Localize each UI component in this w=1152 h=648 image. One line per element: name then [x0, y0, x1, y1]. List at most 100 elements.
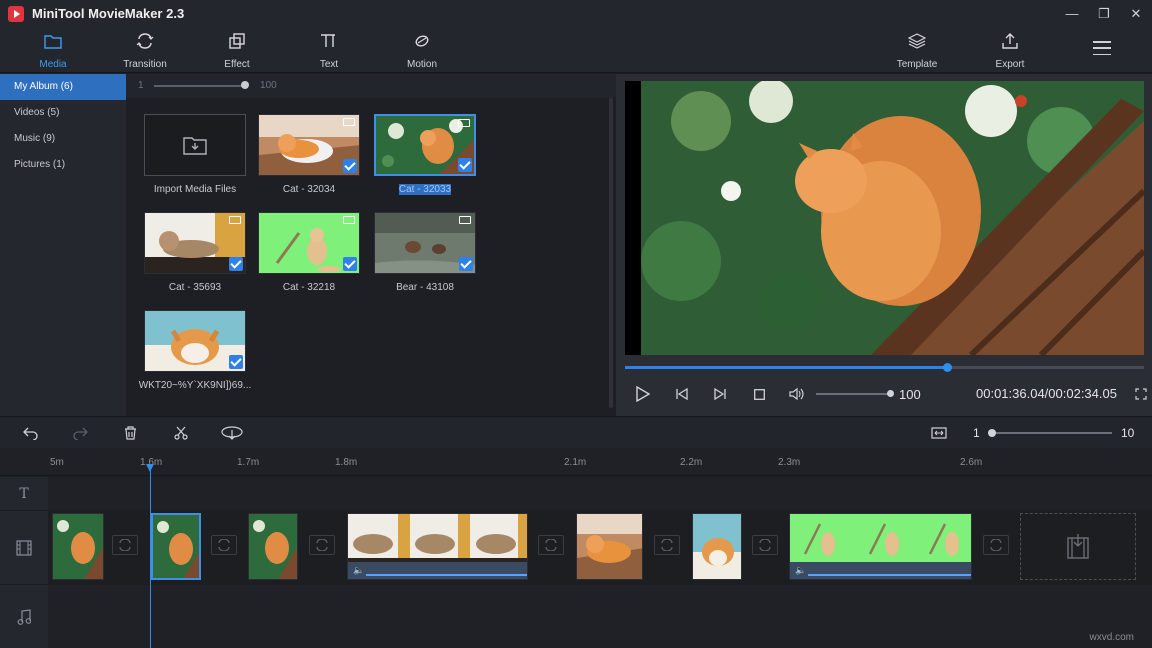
add-film-icon [1066, 534, 1090, 560]
close-button[interactable]: ✕ [1120, 0, 1152, 27]
export-button[interactable]: Export [970, 32, 1050, 70]
media-item[interactable]: Bear - 43108 [374, 212, 476, 292]
video-camera-icon [343, 216, 355, 224]
transition-slot[interactable] [538, 535, 564, 555]
media-item[interactable]: Cat - 35693 [144, 212, 246, 292]
media-item-label-text: Cat - 32033 [399, 184, 451, 195]
audio-detach-button[interactable] [221, 425, 243, 441]
sidebar-item-music[interactable]: Music (9) [0, 126, 126, 152]
next-frame-button[interactable] [711, 385, 729, 403]
timeline-zoom-handle[interactable] [988, 429, 996, 437]
media-item[interactable]: Cat - 32034 [258, 114, 360, 194]
transition-icon [544, 539, 558, 551]
album-sidebar: My Album (6) Videos (5) Music (9) Pictur… [0, 74, 126, 416]
timeline-ruler[interactable]: 5m 1.6m 1.7m 1.8m 2.1m 2.2m 2.3m 2.6m [0, 448, 1152, 476]
checkbox-checked-icon[interactable] [458, 158, 472, 172]
sidebar-item-my-album[interactable]: My Album (6) [0, 74, 126, 100]
transition-icon [660, 539, 674, 551]
preview-progress-handle[interactable] [943, 363, 952, 372]
volume-slider-handle[interactable] [887, 390, 894, 397]
checkbox-checked-icon[interactable] [343, 159, 357, 173]
sidebar-item-pictures[interactable]: Pictures (1) [0, 152, 126, 178]
timeline-playhead[interactable] [150, 464, 151, 648]
sidebar-item-videos[interactable]: Videos (5) [0, 100, 126, 126]
sidebar-item-label: Pictures [14, 159, 50, 170]
transition-icon [315, 539, 329, 551]
preview-progress-bar[interactable] [625, 366, 1144, 369]
transition-slot[interactable] [983, 535, 1009, 555]
video-thumbnail[interactable] [144, 212, 246, 274]
hamburger-menu-icon[interactable] [1093, 41, 1111, 55]
sidebar-item-count: (9) [43, 133, 55, 144]
music-track[interactable] [48, 585, 1152, 648]
timeline-clip[interactable] [576, 513, 643, 580]
media-item[interactable]: Cat - 32218 [258, 212, 360, 292]
clip-audio-bar: 🔈 [790, 562, 971, 579]
timeline-clip-selected[interactable] [151, 513, 201, 580]
media-scrollbar[interactable] [609, 98, 613, 408]
checkbox-checked-icon[interactable] [229, 355, 243, 369]
timeline-clip[interactable] [52, 513, 104, 580]
undo-button[interactable] [22, 425, 40, 441]
volume-button[interactable] [787, 385, 807, 403]
timeline-toolbar: 1 10 [0, 416, 1152, 448]
thumbnail-size-slider[interactable] [154, 85, 246, 87]
transition-slot[interactable] [309, 535, 335, 555]
fit-timeline-button[interactable] [930, 425, 948, 441]
tab-transition[interactable]: Transition [105, 32, 185, 70]
export-icon [1000, 32, 1020, 50]
tab-motion[interactable]: Motion [382, 32, 462, 70]
transition-slot[interactable] [654, 535, 680, 555]
play-button[interactable] [634, 385, 652, 403]
import-folder-icon [182, 135, 208, 155]
transition-slot[interactable] [211, 535, 237, 555]
thumbnail-size-slider-handle[interactable] [241, 81, 249, 89]
ruler-label: 1.7m [237, 457, 259, 468]
video-thumbnail[interactable] [258, 212, 360, 274]
tab-text[interactable]: Text [289, 32, 369, 70]
minimize-button[interactable]: — [1056, 0, 1088, 27]
redo-button[interactable] [71, 425, 89, 441]
checkbox-checked-icon[interactable] [459, 257, 473, 271]
timeline-clip[interactable] [248, 513, 298, 580]
video-thumbnail[interactable] [258, 114, 360, 176]
template-button[interactable]: Template [877, 32, 957, 70]
timeline-clip[interactable] [692, 513, 742, 580]
timeline-clip[interactable]: 🔈 [789, 513, 972, 580]
timeline-clip[interactable]: 🔈 [347, 513, 528, 580]
video-thumbnail[interactable] [374, 114, 476, 176]
stop-button[interactable] [750, 385, 768, 403]
text-track-header: T [0, 477, 48, 510]
delete-button[interactable] [121, 425, 139, 441]
effect-icon [227, 32, 247, 50]
maximize-button[interactable]: ❐ [1088, 0, 1120, 27]
transition-slot[interactable] [752, 535, 778, 555]
transition-slot[interactable] [112, 535, 138, 555]
zoom-max-label: 100 [260, 80, 277, 91]
tab-effect[interactable]: Effect [197, 32, 277, 70]
ruler-label: 2.2m [680, 457, 702, 468]
video-thumbnail[interactable] [374, 212, 476, 274]
text-track[interactable] [48, 477, 1152, 510]
previous-frame-button[interactable] [673, 385, 691, 403]
import-media-button[interactable] [144, 114, 246, 176]
import-media-card[interactable]: Import Media Files [144, 114, 246, 194]
media-item[interactable]: Cat - 32033 [374, 114, 476, 194]
tab-motion-label: Motion [407, 59, 437, 70]
add-media-dropzone[interactable] [1020, 513, 1136, 580]
checkbox-checked-icon[interactable] [229, 257, 243, 271]
image-thumbnail[interactable] [144, 310, 246, 372]
transition-icon [135, 32, 155, 50]
fit-to-window-icon [931, 427, 947, 439]
main-toolbar: Media Transition Effect Text Motion [0, 27, 1152, 73]
checkbox-checked-icon[interactable] [343, 257, 357, 271]
fullscreen-button[interactable] [1133, 385, 1149, 403]
timecode: 00:01:36.04/00:02:34.05 [976, 386, 1117, 401]
split-button[interactable] [172, 425, 190, 441]
volume-slider[interactable] [816, 393, 890, 395]
preview-progress-fill [625, 366, 947, 369]
timeline-zoom-slider[interactable] [991, 432, 1112, 434]
media-item-label: Cat - 32033 [364, 184, 486, 195]
media-item[interactable]: WKT20~%Y`XK9NI])69... [144, 310, 246, 390]
tab-media[interactable]: Media [13, 32, 93, 70]
